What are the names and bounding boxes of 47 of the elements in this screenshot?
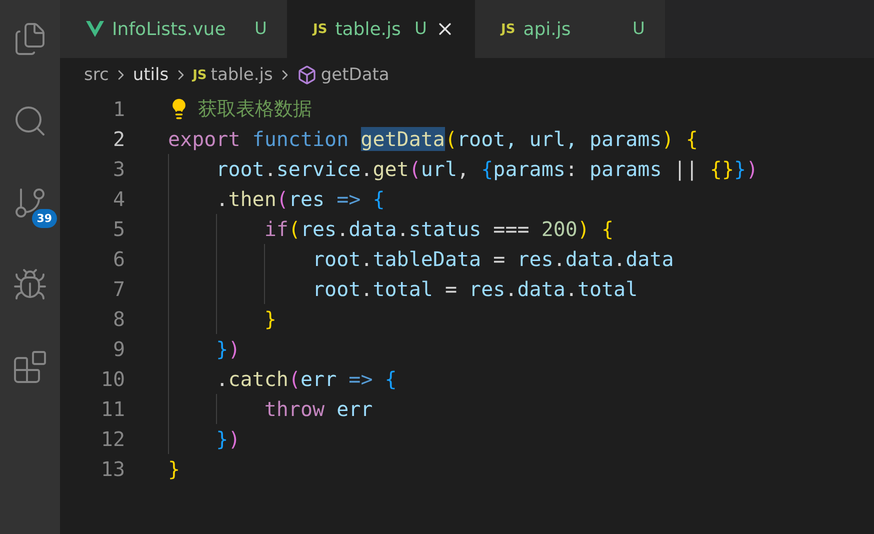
vue-icon (86, 21, 104, 37)
code-line: }) (168, 334, 240, 364)
line-number: 1 (112, 97, 125, 121)
code-line: } (168, 304, 276, 334)
line-number: 6 (112, 247, 125, 271)
code-line: if(res.data.status === 200) { (168, 214, 614, 244)
line-number: 11 (100, 397, 125, 421)
breadcrumb-item[interactable]: src (84, 65, 109, 85)
activity-button[interactable]: 39 (3, 178, 57, 228)
tab-label: api.js (523, 18, 571, 40)
code-line: root.total = res.data.total (168, 274, 638, 304)
editor-tab[interactable]: JS api.js U (475, 0, 665, 58)
cube-icon (296, 65, 317, 85)
breadcrumb-item[interactable]: table.js (210, 65, 273, 85)
js-icon: JS (192, 68, 207, 82)
line-number: 10 (100, 367, 125, 391)
line-number: 4 (112, 187, 125, 211)
editor-tab[interactable]: InfoLists.vue U (60, 0, 287, 58)
code-line: 获取表格数据 (168, 94, 312, 124)
line-number: 7 (112, 277, 125, 301)
code-line: root.service.get(url, {params: params || {}}) (168, 154, 758, 184)
tab-label: table.js (335, 18, 401, 40)
js-icon: JS (313, 22, 328, 36)
line-number: 13 (100, 457, 125, 481)
line-number: 2 (112, 127, 125, 151)
line-number: 5 (112, 217, 125, 241)
breadcrumb-item[interactable]: getData (320, 65, 390, 85)
git-status: U (414, 19, 427, 39)
line-number: 3 (112, 157, 125, 181)
git-status: U (632, 19, 645, 39)
js-icon: JS (501, 22, 516, 36)
line-number: 12 (100, 427, 125, 451)
code-line: throw err (168, 394, 373, 424)
editor-tab[interactable]: JS table.js U (287, 0, 475, 58)
line-number: 8 (112, 307, 125, 331)
code-line: root.tableData = res.data.data (168, 244, 674, 274)
code-line: } (168, 456, 180, 483)
git-status: U (254, 19, 267, 39)
count-badge: 39 (32, 209, 57, 228)
code-line: .then(res => { (168, 184, 385, 214)
code-line: }) (168, 424, 240, 454)
extensions-icon (12, 349, 48, 385)
line-number: 9 (112, 337, 125, 361)
code-line: export function getData(root, url, params) { (168, 126, 698, 153)
breadcrumb-item[interactable]: utils (132, 65, 169, 85)
code-line: .catch(err => { (168, 364, 397, 394)
tab-label: InfoLists.vue (112, 18, 226, 40)
